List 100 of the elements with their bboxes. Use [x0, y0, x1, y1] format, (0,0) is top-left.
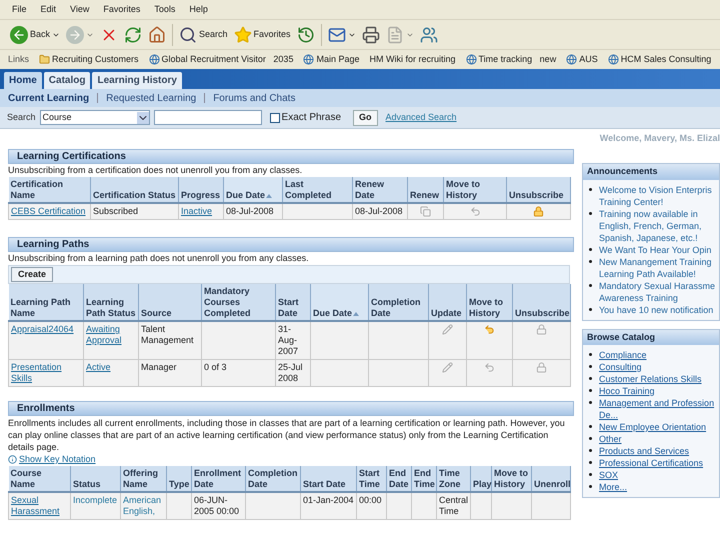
column-header: Certification Status [90, 177, 178, 203]
section-header: Learning Certifications [8, 149, 574, 164]
column-header: Unsubscribe [506, 177, 570, 203]
bullet-icon [589, 449, 592, 452]
toolbar-button[interactable] [296, 26, 315, 44]
table-cell-text: Talent Management [141, 324, 194, 345]
catalog-link[interactable]: Customer Relations Skills [599, 373, 702, 385]
menu-item[interactable]: Favorites [103, 2, 140, 16]
toolbar-button[interactable] [124, 26, 142, 44]
bullet-icon [589, 248, 592, 250]
column-header: Play [470, 466, 492, 492]
announcement-text[interactable]: You have 10 new notification [599, 304, 714, 316]
tab[interactable]: Learning History [92, 72, 182, 89]
catalog-link[interactable]: More... [599, 481, 628, 493]
announcement-text[interactable]: Welcome to Vision Enterpris Training Center! [599, 184, 712, 208]
favorite-link[interactable]: HCM Sales Consulting [608, 52, 712, 66]
table-cell-text: 08-Jul-2008 [355, 206, 403, 216]
column-header: Completion Date [368, 284, 428, 321]
toolbar-button[interactable] [420, 26, 438, 44]
favorite-link[interactable]: AUS [566, 52, 598, 66]
catalog-link[interactable]: Consulting [599, 361, 642, 373]
announcement-text[interactable]: We Want To Hear Your Opin [599, 244, 712, 256]
favorite-link[interactable]: Recruiting Customers [39, 52, 139, 66]
column-header: Last Completed [282, 177, 352, 203]
section-note: Enrollments includes all current enrollments, including those in classes that are part of a learning certification or learning path. However, you can play online classes that are part of an active learning certification (and view performance status) only from the Learning Certification details page. [8, 417, 566, 453]
catalog-link[interactable]: SOX [599, 469, 618, 481]
show-key-notation-link[interactable]: Show Key Notation [8, 454, 574, 465]
section-note: Unsubscribing from a learning path does not unenroll you from any classes. [8, 253, 310, 264]
undo-icon[interactable] [484, 324, 495, 335]
column-header: Move to History [444, 177, 506, 203]
folder-icon [39, 54, 50, 65]
people-icon [420, 26, 438, 44]
bullet-icon [589, 212, 592, 214]
catalog-link[interactable]: Products and Services [599, 445, 690, 457]
catalog-link[interactable]: Management and Profession De... [599, 397, 714, 421]
lock-icon[interactable] [533, 206, 544, 217]
section-header: Enrollments [8, 401, 574, 416]
menu-item[interactable]: File [12, 2, 27, 16]
sort-arrow-icon [353, 312, 360, 316]
tab[interactable]: Home [4, 72, 42, 89]
column-header: End Time [412, 466, 436, 492]
advanced-search-link[interactable]: Advanced Search [386, 110, 457, 124]
table-cell-text: Manager [141, 362, 177, 372]
search-field[interactable] [154, 110, 262, 125]
table-cell-text: 25-Jul 2008 [278, 362, 303, 383]
bullet-icon [589, 389, 592, 392]
welcome-text: Welcome, Mavery, Ms. Elizal [600, 132, 720, 143]
catalog-link[interactable]: Professional Certifications [599, 457, 704, 469]
column-header: Mandatory Courses Completed [202, 284, 276, 321]
search-icon [179, 26, 198, 44]
menu-item[interactable]: Edit [40, 2, 56, 16]
checkbox-label: Exact Phrase [282, 111, 342, 125]
toolbar-button[interactable] [328, 26, 356, 44]
favorite-link[interactable]: Time tracking new [466, 52, 556, 66]
column-header: Course Name [8, 466, 70, 492]
favorite-link[interactable]: Main Page [303, 52, 360, 66]
menu-item[interactable]: Help [189, 2, 208, 16]
column-header: Progress [178, 177, 224, 203]
favorite-link[interactable]: Global Recruitment Visitor 2035 [148, 52, 294, 66]
bullet-icon [589, 284, 592, 286]
favorite-link[interactable]: HM Wiki for recruiting [369, 52, 456, 66]
subnav-link[interactable]: Requested Learning [106, 90, 196, 106]
tab[interactable]: Catalog [44, 72, 90, 89]
toolbar-button[interactable]: Back [10, 26, 60, 44]
toolbar-button[interactable]: Search [179, 26, 228, 44]
forward-icon [66, 26, 84, 44]
globe-icon [303, 54, 314, 65]
column-header[interactable]: Due Date [224, 177, 282, 203]
globe-icon [566, 54, 578, 65]
column-header[interactable]: Due Date [310, 284, 368, 321]
catalog-link[interactable]: Hoco Training [599, 385, 655, 397]
subnav-link[interactable]: Forums and Chats [213, 90, 296, 106]
column-header: Start Date [300, 466, 356, 492]
subnav-link[interactable]: Current Learning [8, 90, 90, 106]
bullet-icon [589, 260, 592, 262]
go-button[interactable]: Go [353, 110, 378, 126]
column-header: Offering Name [120, 466, 166, 492]
toolbar-button[interactable]: Favorites [234, 26, 291, 44]
announcement-text[interactable]: Training now available in English, French, German, Spanish, Japanese, etc.! [599, 208, 702, 244]
history-icon [296, 26, 315, 44]
exact-phrase-checkbox[interactable] [270, 112, 280, 122]
menu-item[interactable]: View [70, 2, 90, 16]
toolbar-button[interactable] [362, 26, 380, 44]
scope-select[interactable]: Course [40, 110, 150, 125]
announcement-text[interactable]: Mandatory Sexual Harassme Awareness Training [599, 280, 716, 304]
catalog-link[interactable]: Compliance [599, 349, 647, 361]
toolbar-button[interactable] [148, 26, 166, 44]
create-button[interactable]: Create [11, 267, 54, 282]
globe-icon [608, 54, 619, 65]
announcement-text[interactable]: New Manangement Training Learning Path Available! [599, 256, 712, 280]
catalog-link[interactable]: Other [599, 433, 622, 445]
panel-title: Announcements [583, 164, 719, 180]
bullet-icon [589, 461, 592, 464]
column-header: Learning Path Status [84, 284, 138, 321]
bullet-icon [589, 401, 592, 404]
catalog-link[interactable]: New Employee Orientation [599, 421, 706, 433]
column-header: Renew [408, 177, 444, 203]
globe-icon [148, 54, 160, 65]
column-header: Type [166, 466, 192, 492]
menu-item[interactable]: Tools [154, 2, 176, 16]
